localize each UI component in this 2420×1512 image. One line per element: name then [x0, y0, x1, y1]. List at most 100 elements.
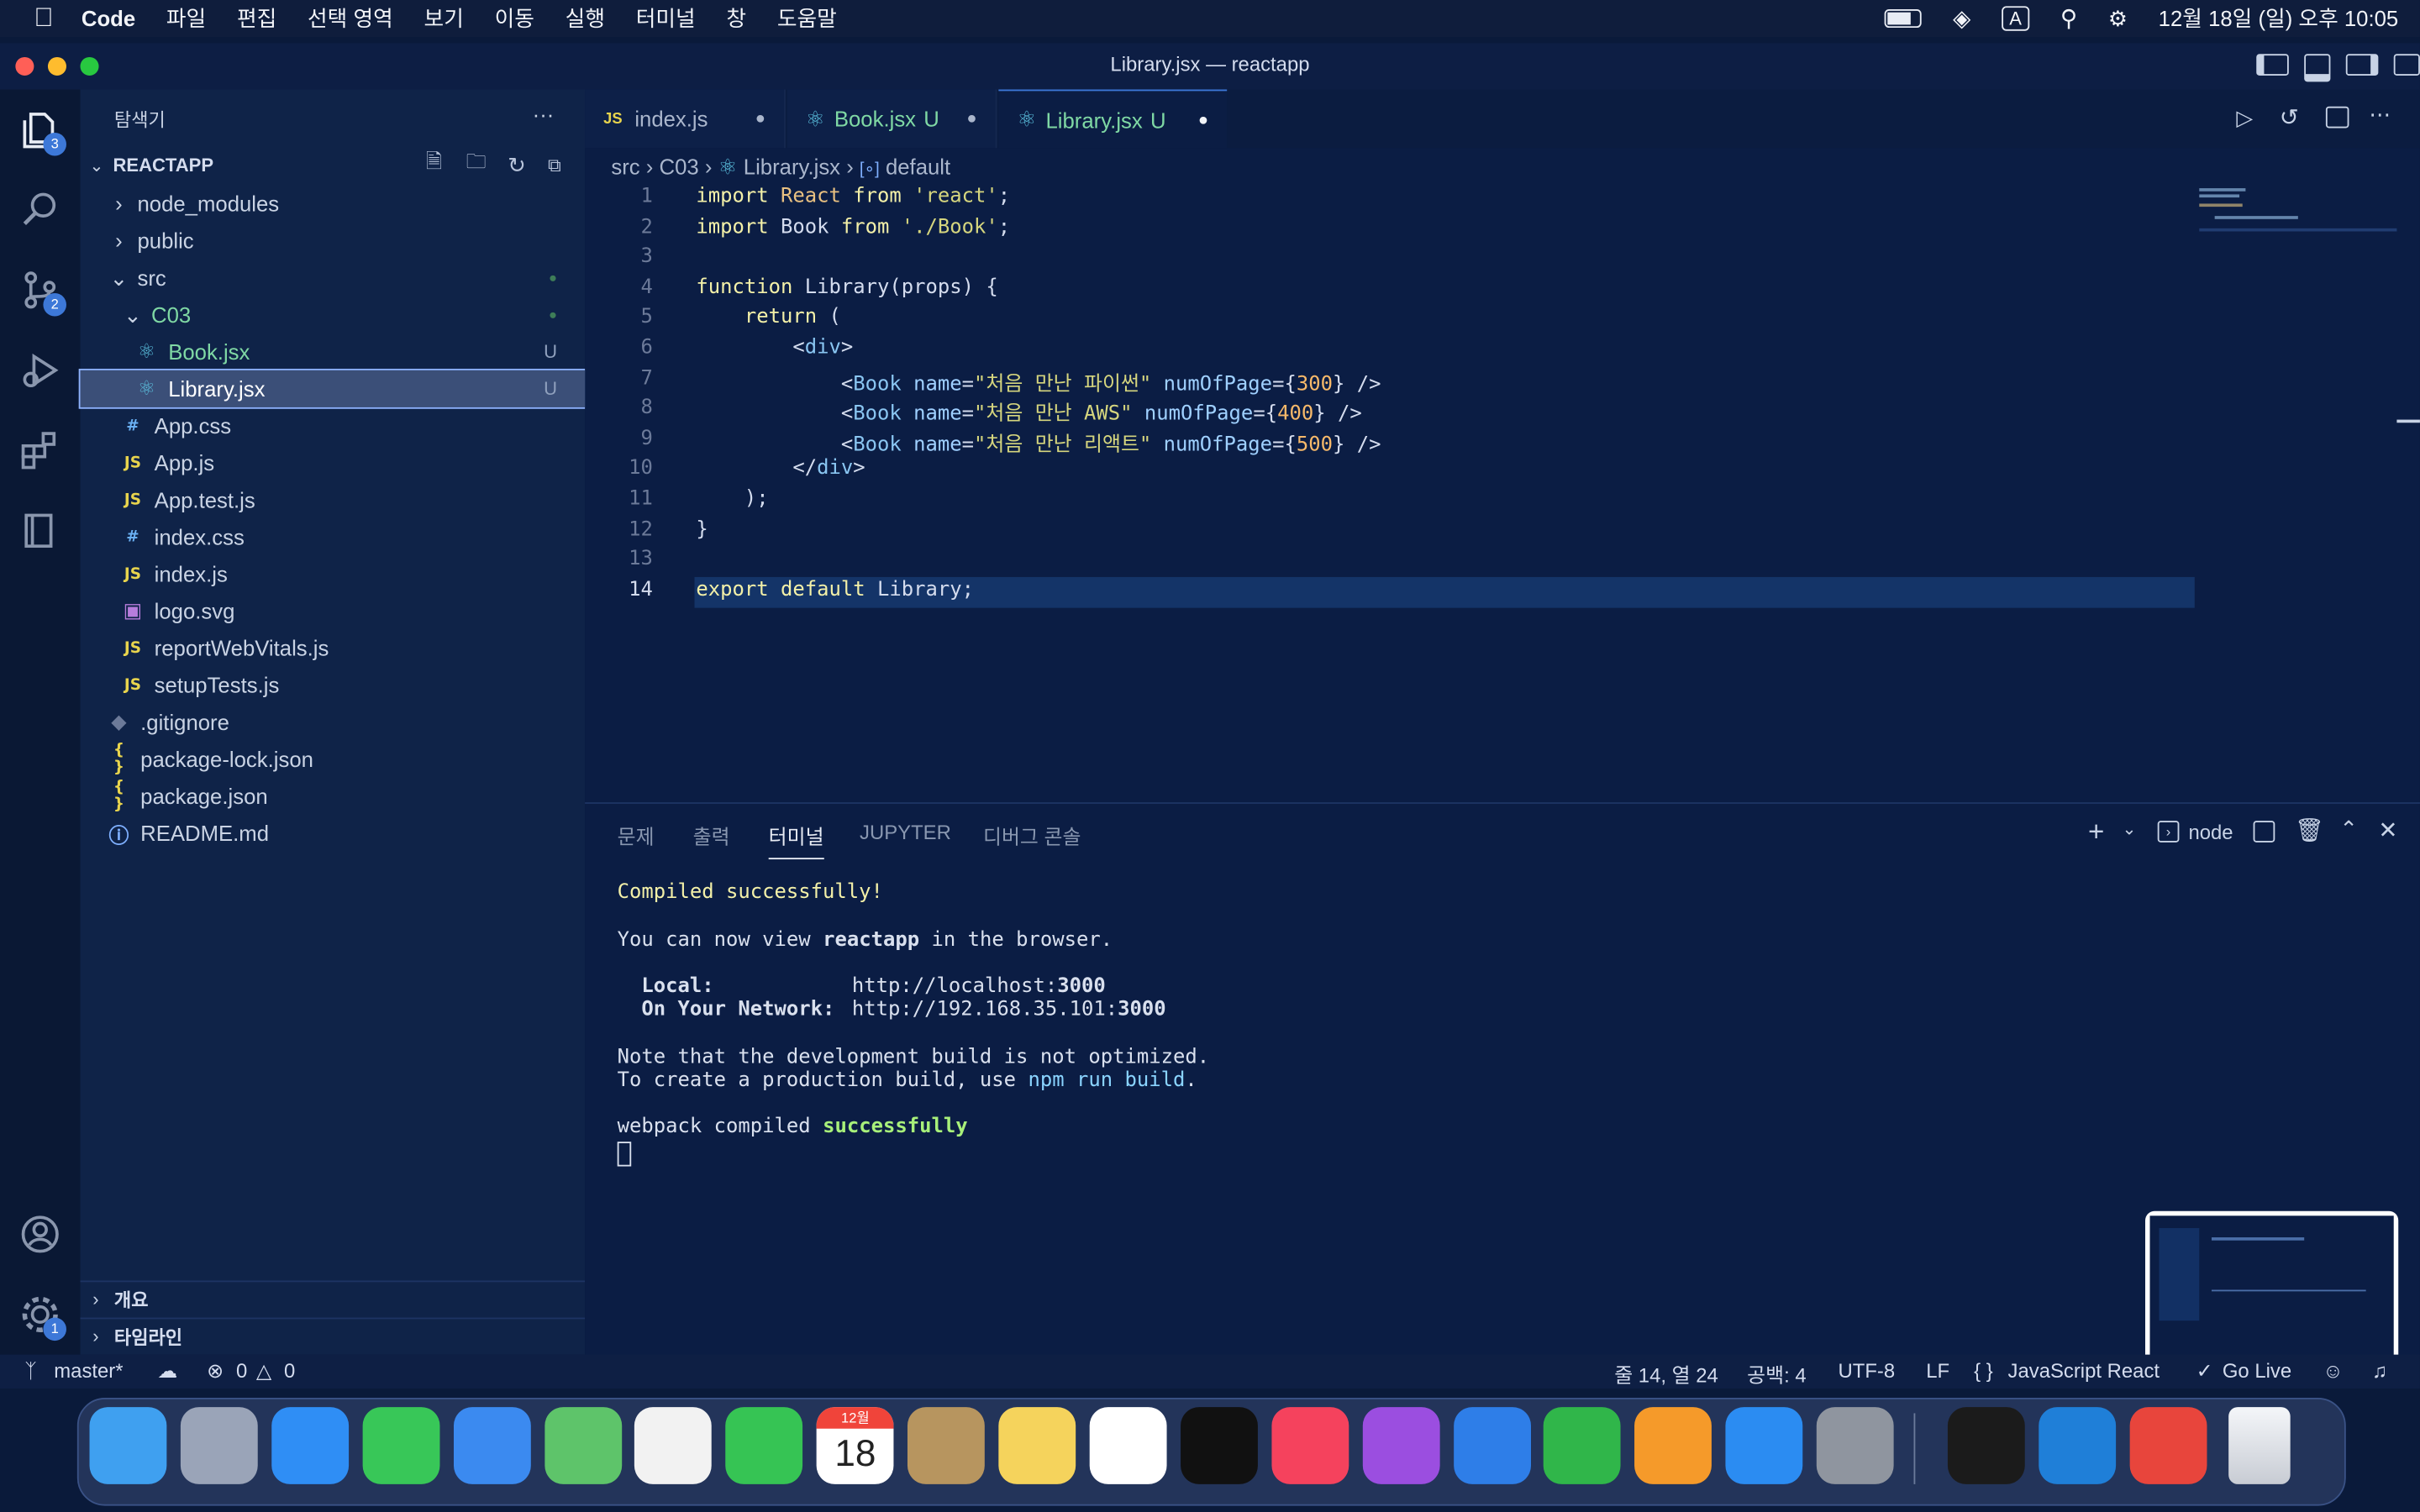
- menu-go[interactable]: 이동: [495, 3, 534, 34]
- search-icon[interactable]: [18, 188, 61, 231]
- app-menu[interactable]: Code: [82, 6, 135, 30]
- tab-library-jsx[interactable]: ⚛ Library.jsx U ●: [998, 89, 1228, 149]
- file-index-js[interactable]: JS index.js: [81, 555, 586, 592]
- warning-count[interactable]: 0: [284, 1359, 295, 1383]
- file-app-test-js[interactable]: JS App.test.js: [81, 481, 586, 518]
- outline-section[interactable]: › 개요: [80, 1280, 586, 1315]
- remote-explorer-icon[interactable]: [18, 509, 61, 552]
- menu-window[interactable]: 창: [726, 3, 746, 34]
- refresh-icon[interactable]: ↻: [508, 152, 526, 178]
- language-mode[interactable]: JavaScript React: [2008, 1359, 2160, 1383]
- tab-terminal[interactable]: 터미널: [768, 821, 824, 860]
- safari-icon[interactable]: [271, 1407, 349, 1484]
- branch-name[interactable]: master*: [54, 1359, 123, 1383]
- input-source-icon[interactable]: A: [2002, 6, 2030, 31]
- menu-file[interactable]: 파일: [166, 3, 206, 34]
- file-index-css[interactable]: # index.css: [81, 518, 586, 555]
- indentation[interactable]: 공백: 4: [1747, 1359, 1806, 1389]
- new-terminal-icon[interactable]: +: [2088, 816, 2104, 849]
- split-editor-icon[interactable]: [2325, 106, 2349, 129]
- music-icon[interactable]: [1270, 1407, 1349, 1484]
- code-editor[interactable]: src › C03 › ⚛ Library.jsx › [∘] default …: [585, 148, 2420, 803]
- file-readme-md[interactable]: ⓘ README.md: [81, 815, 586, 852]
- window-thumbnail-preview[interactable]: [2145, 1210, 2399, 1372]
- manage-gear-icon[interactable]: 1: [18, 1293, 66, 1341]
- breadcrumb-symbol[interactable]: default: [886, 155, 950, 179]
- file-library-jsx[interactable]: ⚛ Library.jsx U: [78, 368, 587, 409]
- file-setuptests-js[interactable]: JS setupTests.js: [81, 666, 586, 703]
- appstore-icon[interactable]: [1725, 1407, 1803, 1484]
- customize-layout-icon[interactable]: [2393, 54, 2420, 76]
- file-package-lock-json[interactable]: { } package-lock.json: [81, 741, 586, 778]
- menu-terminal[interactable]: 터미널: [636, 3, 696, 34]
- cursor-position[interactable]: 줄 14, 열 24: [1614, 1359, 1718, 1389]
- maps-icon[interactable]: [544, 1407, 622, 1484]
- tab-index-js[interactable]: JS index.js ●: [585, 89, 786, 149]
- contacts-icon[interactable]: [908, 1407, 985, 1484]
- trash-icon[interactable]: 🗑: [2295, 816, 2324, 843]
- facetime-icon[interactable]: [725, 1407, 803, 1484]
- toggle-panel-icon[interactable]: [2304, 54, 2331, 82]
- photos-icon[interactable]: [634, 1407, 713, 1484]
- unsaved-dot-icon[interactable]: ●: [755, 109, 765, 128]
- close-panel-icon[interactable]: ✕: [2378, 816, 2397, 843]
- trash-icon[interactable]: [2228, 1407, 2291, 1484]
- error-count[interactable]: 0: [236, 1359, 247, 1383]
- extensions-icon[interactable]: [18, 429, 61, 472]
- editor-more-icon[interactable]: ⋯: [2369, 102, 2391, 128]
- finder-icon[interactable]: [89, 1407, 167, 1484]
- timeline-section[interactable]: › 타임라인: [80, 1317, 586, 1353]
- settings-icon[interactable]: [1816, 1407, 1894, 1484]
- tab-book-jsx[interactable]: ⚛ Book.jsx U ●: [786, 89, 997, 149]
- control-center-icon[interactable]: ⚙: [2108, 5, 2128, 31]
- reminders-icon[interactable]: [1089, 1407, 1167, 1484]
- new-file-icon[interactable]: 🗎: [426, 148, 442, 181]
- file-reportwebvitals-js[interactable]: JS reportWebVitals.js: [81, 629, 586, 666]
- go-live[interactable]: Go Live: [2223, 1359, 2291, 1383]
- menubar-clock[interactable]: 12월 18일 (일) 오후 10:05: [2159, 3, 2399, 34]
- terminal-cursor[interactable]: [617, 1142, 632, 1167]
- folder-public[interactable]: › public: [81, 222, 586, 259]
- file-logo-svg[interactable]: ▣ logo.svg: [81, 592, 586, 629]
- terminal-shell-name[interactable]: node: [2188, 821, 2233, 844]
- appletv-icon[interactable]: [1180, 1407, 1258, 1484]
- folder-c03[interactable]: ⌄ C03 ●: [81, 297, 586, 333]
- sync-cloud-icon[interactable]: ☁: [157, 1359, 177, 1383]
- warning-icon[interactable]: △: [256, 1359, 271, 1383]
- tab-debug-console[interactable]: 디버그 콘솔: [983, 821, 1081, 850]
- chevron-down-icon[interactable]: ⌄: [2122, 819, 2136, 839]
- explorer-more-button[interactable]: ···: [533, 102, 555, 126]
- file-package-json[interactable]: { } package.json: [81, 778, 586, 815]
- project-section-header[interactable]: ⌄ REACTAPP 🗎 🗀 ↻ ⧉: [81, 148, 586, 181]
- error-icon[interactable]: ⊗: [207, 1359, 224, 1383]
- explorer-icon[interactable]: 3: [18, 108, 66, 156]
- encoding[interactable]: UTF-8: [1839, 1359, 1896, 1383]
- menu-edit[interactable]: 편집: [237, 3, 276, 34]
- tab-output[interactable]: 출력: [693, 821, 730, 850]
- run-debug-icon[interactable]: [18, 349, 61, 391]
- keynote-icon[interactable]: [1453, 1407, 1531, 1484]
- notes-icon[interactable]: [998, 1407, 1076, 1484]
- source-control-icon[interactable]: 2: [18, 269, 66, 317]
- new-folder-icon[interactable]: 🗀: [466, 148, 487, 181]
- menu-selection[interactable]: 선택 영역: [308, 3, 393, 34]
- numbers-icon[interactable]: [1544, 1407, 1622, 1484]
- pages-icon[interactable]: [1634, 1407, 1712, 1484]
- account-icon[interactable]: ☺: [2323, 1359, 2343, 1383]
- breadcrumb-src[interactable]: src: [611, 155, 639, 179]
- mail-icon[interactable]: [453, 1407, 531, 1484]
- tab-jupyter[interactable]: JUPYTER: [860, 821, 951, 844]
- breadcrumb-c03[interactable]: C03: [660, 155, 699, 179]
- file-app-js[interactable]: JS App.js: [81, 444, 586, 481]
- messages-icon[interactable]: [362, 1407, 439, 1484]
- run-file-icon[interactable]: ▷: [2236, 105, 2253, 131]
- wifi-icon[interactable]: ◈: [1953, 5, 1970, 32]
- file-book-jsx[interactable]: ⚛ Book.jsx U: [81, 333, 586, 370]
- maximize-panel-icon[interactable]: ⌃: [2339, 816, 2358, 843]
- toggle-primary-sidebar-icon[interactable]: [2256, 54, 2289, 76]
- spotlight-icon[interactable]: ⚲: [2060, 5, 2077, 32]
- chrome-icon[interactable]: [2129, 1407, 2207, 1484]
- folder-src[interactable]: ⌄ src ●: [81, 260, 586, 297]
- podcasts-icon[interactable]: [1362, 1407, 1439, 1484]
- terminal-network-url[interactable]: http://192.168.35.101:3000: [852, 998, 1166, 1021]
